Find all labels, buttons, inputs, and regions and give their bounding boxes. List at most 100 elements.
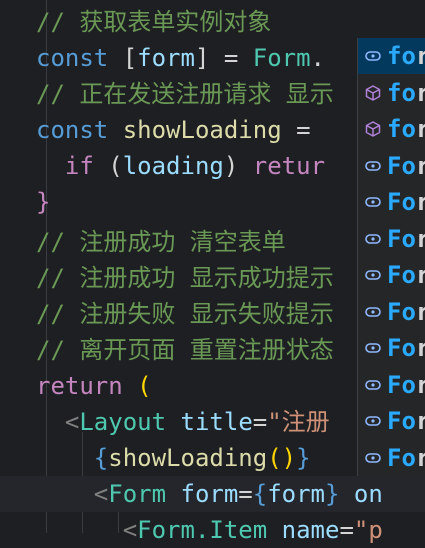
suggestion-match: Fo [387, 261, 416, 289]
suggestion-item[interactable]: for [358, 75, 425, 111]
suggestion-match: Fo [387, 224, 416, 253]
suggestion-item[interactable]: For [358, 221, 425, 257]
suggestion-match: fo [387, 78, 416, 107]
suggestion-match: Fo [387, 297, 416, 326]
code-token: = [281, 116, 311, 144]
code-token: Layout [79, 408, 181, 436]
module-icon [364, 412, 382, 430]
code-token: form [180, 480, 239, 508]
cube-icon [364, 84, 382, 102]
code-line[interactable]: // 获取表单实例对象 [0, 4, 425, 40]
suggestion-item[interactable]: For [358, 403, 425, 439]
cube-icon [364, 120, 382, 138]
code-token: const [36, 116, 123, 144]
suggestion-rest: r [416, 261, 425, 289]
code-token: = [252, 408, 268, 436]
suggestion-rest: r [416, 334, 425, 362]
code-token: // 注册失败 显示失败提示 [36, 300, 334, 328]
code-token: // 获取表单实例对象 [36, 8, 272, 36]
code-token: loading [122, 152, 224, 180]
code-token: const [36, 44, 123, 72]
code-token: form [267, 480, 325, 508]
code-token: = [339, 516, 354, 544]
code-token: } [325, 480, 340, 508]
code-editor[interactable]: // 获取表单实例对象 const [form] = Form.// 正在发送注册… [0, 0, 425, 544]
code-token: . [310, 44, 325, 72]
autocomplete-popup[interactable]: forforforForForForForForForForForFor [357, 38, 425, 476]
suggestion-item[interactable]: For [358, 367, 425, 403]
suggestion-match: Fo [387, 443, 416, 472]
suggestion-label: for [387, 75, 425, 111]
code-token: [ [122, 44, 138, 72]
suggestion-item[interactable]: For [358, 440, 425, 476]
suggestion-label: For [387, 184, 425, 220]
code-token: // 离开页面 重置注册状态 [36, 336, 334, 364]
code-token: if [36, 152, 109, 180]
code-token: "p [353, 516, 383, 544]
module-icon [364, 449, 382, 467]
code-token: return [36, 372, 138, 400]
suggestion-label: For [387, 221, 425, 257]
code-token: Form [252, 44, 311, 72]
suggestion-label: For [387, 257, 425, 293]
code-token: () [267, 444, 297, 472]
suggestion-rest: r [416, 371, 425, 399]
module-icon [364, 230, 382, 248]
module-icon [364, 376, 382, 394]
suggestion-item[interactable]: For [358, 294, 425, 330]
suggestion-item[interactable]: for [358, 111, 425, 147]
code-token: Form [108, 480, 181, 508]
code-token: showLoading [122, 116, 282, 144]
suggestion-label: For [387, 367, 425, 403]
code-token: } [36, 188, 51, 216]
code-token: form [137, 44, 195, 72]
code-token: ) [223, 152, 253, 180]
code-token: name [281, 516, 340, 544]
suggestion-label: For [387, 403, 425, 439]
suggestion-rest: r [416, 152, 425, 180]
suggestion-match: fo [387, 42, 416, 70]
suggestion-item[interactable]: For [358, 148, 425, 184]
module-icon [364, 193, 382, 211]
code-token: < [36, 408, 80, 436]
module-icon [364, 303, 382, 321]
suggestion-label: For [387, 330, 425, 366]
suggestion-item[interactable]: For [358, 330, 425, 366]
code-token: { [36, 444, 109, 472]
code-token: = [238, 480, 253, 508]
suggestion-rest: r [416, 79, 425, 107]
code-token: "注册 [267, 408, 330, 436]
suggestion-label: for [387, 111, 425, 147]
suggestion-match: Fo [387, 188, 416, 216]
suggestion-rest: r [416, 188, 425, 216]
module-icon [364, 157, 382, 175]
module-icon [364, 47, 382, 65]
suggestion-item[interactable]: For [358, 257, 425, 293]
suggestion-rest: r [416, 115, 425, 143]
code-token: // 注册成功 显示成功提示 [36, 264, 334, 292]
suggestion-rest: r [416, 42, 425, 70]
code-token: } [296, 444, 311, 472]
code-line[interactable]: <Form form={form} on [0, 476, 425, 512]
suggestion-rest: r [416, 298, 425, 326]
suggestion-rest: r [416, 407, 425, 435]
code-token: title [180, 408, 253, 436]
suggestion-label: For [387, 294, 425, 330]
code-token: < [36, 480, 109, 508]
suggestion-item[interactable]: For [358, 184, 425, 220]
module-icon [364, 339, 382, 357]
suggestion-label: For [387, 148, 425, 184]
module-icon [364, 266, 382, 284]
code-token: // 正在发送注册请求 显示 [36, 80, 334, 108]
suggestion-item[interactable]: for [358, 38, 425, 74]
suggestion-match: Fo [387, 151, 416, 180]
code-token: < [36, 516, 138, 544]
suggestion-match: Fo [387, 407, 416, 435]
code-line[interactable]: <Form.Item name="p [0, 512, 425, 548]
code-token: // 注册成功 清空表单 [36, 228, 286, 256]
code-token: on [339, 480, 383, 508]
suggestion-label: for [387, 38, 425, 74]
code-token: ] = [194, 44, 253, 72]
code-token: ( [108, 152, 123, 180]
code-token: { [252, 480, 268, 508]
